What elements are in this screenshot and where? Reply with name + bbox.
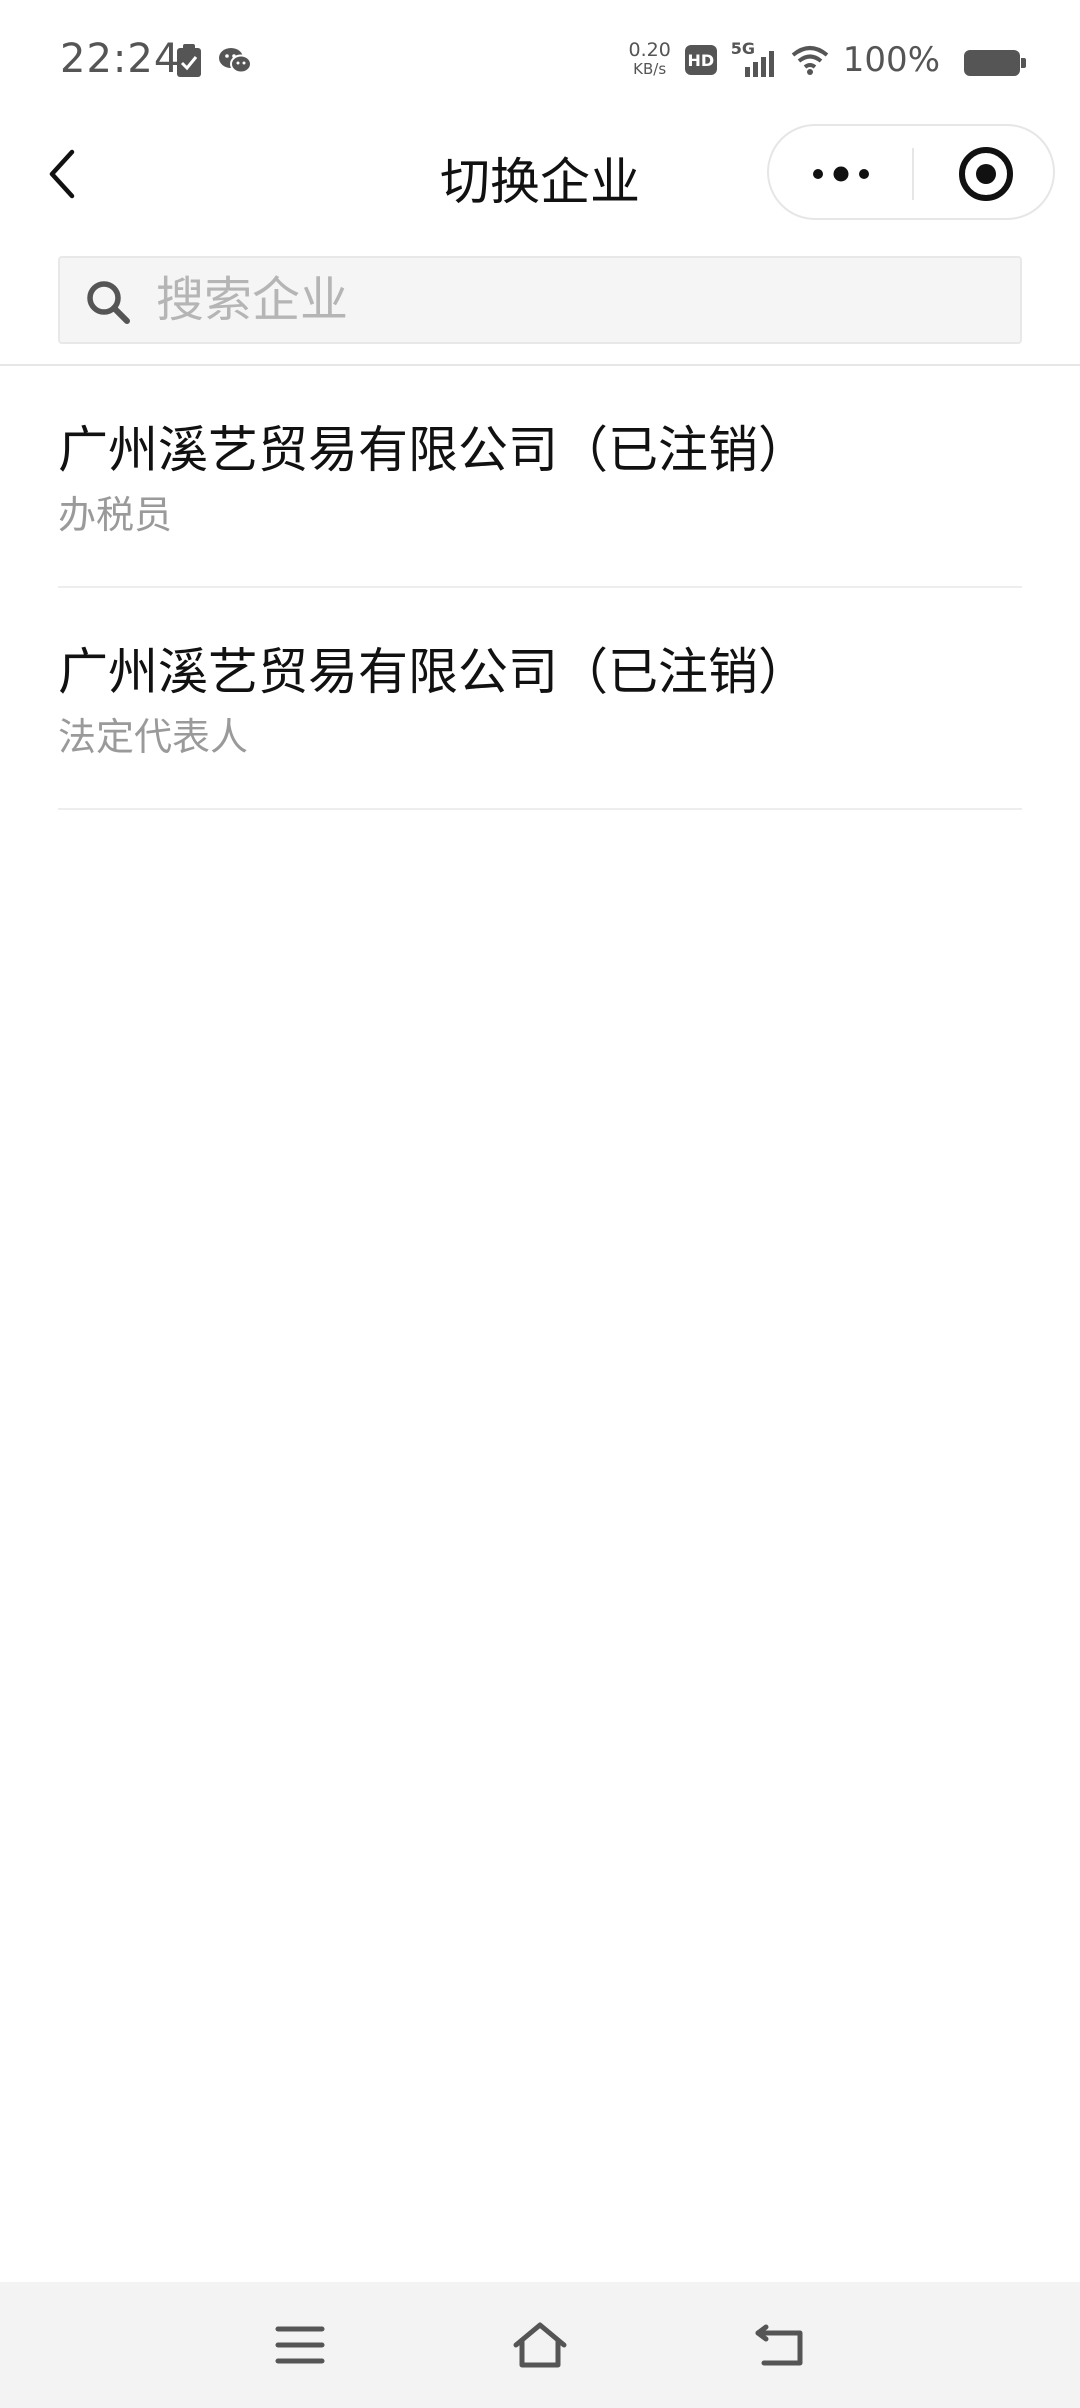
- close-miniprogram-button[interactable]: [914, 126, 1057, 222]
- search-icon: [87, 281, 130, 324]
- system-back-button[interactable]: [745, 2310, 815, 2380]
- network-speed-unit: KB/s: [633, 60, 667, 78]
- clipboard-check-icon: [177, 44, 201, 77]
- battery-percent: 100%: [842, 40, 940, 80]
- screen: 22:24 0.20 KB/s HD 5G 100% 切换企业 搜索企业 广州溪…: [0, 0, 1080, 2408]
- hd-label: HD: [687, 50, 715, 70]
- wifi-icon: [791, 46, 829, 75]
- hd-icon: HD: [684, 45, 717, 75]
- home-button[interactable]: [505, 2310, 575, 2380]
- company-item[interactable]: 广州溪艺贸易有限公司（已注销） 法定代表人: [58, 588, 1022, 810]
- search-box[interactable]: [58, 256, 1022, 344]
- return-icon: [755, 2324, 803, 2366]
- home-icon: [513, 2322, 567, 2368]
- status-time: 22:24: [60, 36, 181, 82]
- company-list: 广州溪艺贸易有限公司（已注销） 办税员 广州溪艺贸易有限公司（已注销） 法定代表…: [0, 366, 1080, 810]
- company-role: 法定代表人: [58, 715, 249, 759]
- network-speed-value: 0.20: [628, 39, 671, 61]
- company-role: 办税员: [58, 493, 173, 537]
- menu-lines-icon: [275, 2326, 325, 2364]
- wechat-icon: [219, 48, 252, 74]
- company-item[interactable]: 广州溪艺贸易有限公司（已注销） 办税员: [58, 366, 1022, 588]
- menu-button[interactable]: [265, 2310, 335, 2380]
- battery-icon: [964, 50, 1026, 76]
- signal-icon: 5G: [731, 39, 777, 77]
- search-input[interactable]: [156, 258, 996, 342]
- notification-icons: [176, 44, 252, 78]
- miniprogram-capsule: [767, 124, 1055, 220]
- nav-bar: 切换企业: [0, 120, 1080, 230]
- company-name: 广州溪艺贸易有限公司（已注销）: [58, 643, 808, 701]
- network-speed: 0.20 KB/s: [628, 41, 670, 79]
- target-close-icon: [958, 147, 1013, 201]
- system-nav-bar: [0, 2282, 1080, 2408]
- status-bar: 22:24 0.20 KB/s HD 5G 100%: [0, 0, 1080, 120]
- more-dots-icon: [812, 166, 869, 182]
- more-button[interactable]: [769, 126, 912, 222]
- status-right: 0.20 KB/s HD 5G 100%: [628, 39, 940, 80]
- company-name: 广州溪艺贸易有限公司（已注销）: [58, 421, 808, 479]
